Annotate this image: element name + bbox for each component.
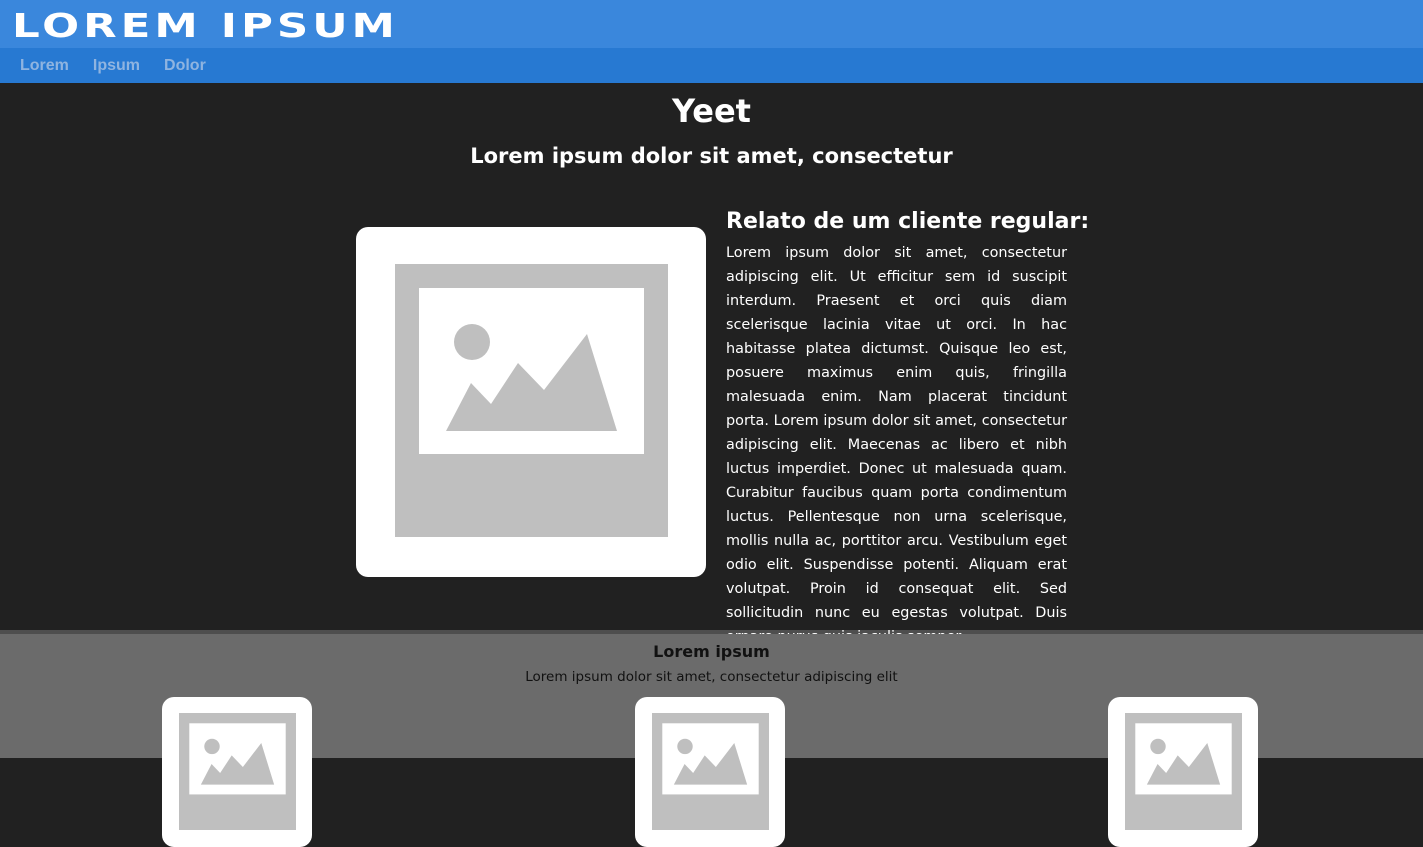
nav-item-dolor[interactable]: Dolor bbox=[164, 57, 206, 75]
testimonial-text: Lorem ipsum dolor sit amet, consectetur … bbox=[726, 245, 1067, 645]
nav-item-ipsum[interactable]: Ipsum bbox=[93, 57, 140, 75]
site-header: LOREM IPSUM bbox=[0, 0, 1423, 48]
card-image-1 bbox=[162, 697, 312, 847]
main-nav: Lorem Ipsum Dolor bbox=[0, 48, 1423, 83]
page-title: Yeet bbox=[672, 92, 751, 130]
image-placeholder-icon bbox=[1125, 713, 1242, 830]
page-subtitle: Lorem ipsum dolor sit amet, consectetur bbox=[470, 144, 953, 168]
image-placeholder-icon bbox=[179, 713, 296, 830]
features-title: Lorem ipsum bbox=[653, 642, 770, 661]
hero-section: Yeet Lorem ipsum dolor sit amet, consect… bbox=[0, 83, 1423, 645]
nav-item-lorem[interactable]: Lorem bbox=[20, 57, 69, 75]
image-placeholder-icon bbox=[395, 264, 668, 537]
image-placeholder-icon bbox=[652, 713, 769, 830]
features-subtitle: Lorem ipsum dolor sit amet, consectetur … bbox=[525, 669, 898, 685]
featured-image bbox=[356, 227, 706, 577]
card-image-3 bbox=[1108, 697, 1258, 847]
testimonial: Relato de um cliente regular: Lorem ipsu… bbox=[726, 209, 1090, 649]
card-image-2 bbox=[635, 697, 785, 847]
features-section: Lorem ipsum Lorem ipsum dolor sit amet, … bbox=[0, 634, 1423, 847]
testimonial-heading: Relato de um cliente regular: bbox=[726, 209, 1090, 234]
site-logo[interactable]: LOREM IPSUM bbox=[12, 9, 399, 42]
